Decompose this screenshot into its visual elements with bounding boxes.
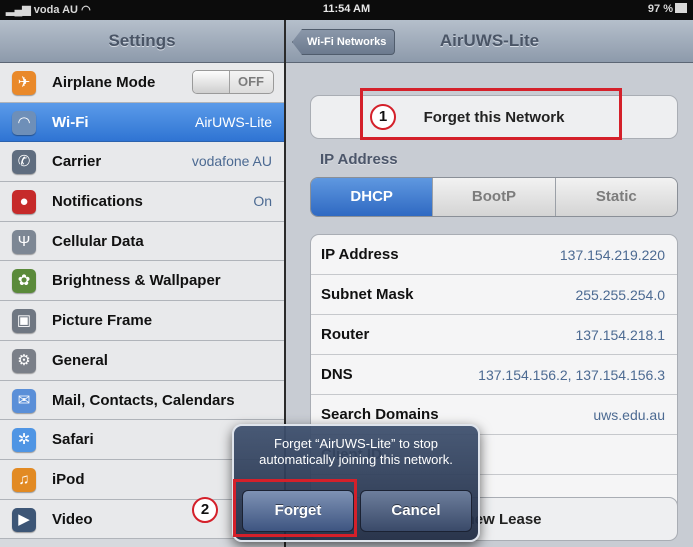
sidebar-item-label: Cellular Data	[52, 232, 144, 250]
segment-static[interactable]: Static	[554, 178, 677, 216]
battery-indicator: 97 %	[648, 3, 687, 15]
sidebar-item-brightness-wallpaper[interactable]: ✿ Brightness & Wallpaper	[0, 261, 284, 302]
segment-dhcp[interactable]: DHCP	[311, 178, 433, 216]
wifi-icon: ◠	[12, 110, 36, 135]
sunflower-icon: ✿	[12, 269, 36, 294]
sidebar-item-value: On	[253, 193, 272, 210]
gear-icon: ⚙	[12, 348, 36, 373]
sidebar-item-label: Notifications	[52, 193, 143, 211]
ip-row-value: 137.154.219.220	[559, 247, 665, 263]
sidebar-item-label: Brightness & Wallpaper	[52, 272, 221, 290]
ip-row-label: Subnet Mask	[321, 286, 414, 303]
sidebar-item-label: General	[52, 351, 108, 369]
sidebar-item-label: Wi-Fi	[52, 113, 89, 131]
ip-row-ip-address[interactable]: IP Address 137.154.219.220	[311, 235, 677, 275]
callout-box-1	[360, 88, 622, 140]
sidebar-item-label: Safari	[52, 431, 94, 449]
picture-frame-icon: ▣	[12, 309, 36, 334]
detail-nav-bar: Wi-Fi Networks AirUWS-Lite	[286, 20, 693, 63]
sidebar-item-value: AirUWS-Lite	[194, 113, 272, 130]
sidebar-item-wi-fi[interactable]: ◠ Wi-Fi AirUWS-Lite	[0, 102, 284, 143]
sidebar-item-label: iPod	[52, 470, 85, 488]
compass-icon: ✲	[12, 428, 36, 453]
toggle-state-label: OFF	[238, 74, 264, 89]
sidebar-item-label: Mail, Contacts, Calendars	[52, 391, 235, 409]
ip-mode-segmented-control: DHCP BootP Static	[310, 177, 678, 217]
airplane-icon: ✈	[12, 71, 36, 95]
sidebar-item-label: Airplane Mode	[52, 74, 156, 91]
mail-icon: ✉	[12, 388, 36, 413]
sidebar-item-label: Carrier	[52, 153, 102, 171]
sidebar-item-value: vodafone AU	[191, 153, 272, 170]
ipod-icon: ♫	[12, 467, 36, 492]
status-bar: ▂▄▆ voda AU ◠ 11:54 AM 97 %	[0, 0, 693, 20]
sidebar-item-airplane-mode[interactable]: ✈ Airplane Mode OFF	[0, 63, 284, 103]
sidebar-item-picture-frame[interactable]: ▣ Picture Frame	[0, 301, 284, 341]
callout-number-1: 1	[370, 104, 396, 130]
video-icon: ▶	[12, 507, 36, 532]
ip-row-router[interactable]: Router 137.154.218.1	[311, 315, 677, 355]
alert-message: Forget “AirUWS-Lite” to stop automatical…	[259, 436, 453, 467]
antenna-icon: Ψ	[12, 229, 36, 254]
detail-title: AirUWS-Lite	[439, 31, 540, 50]
notifications-icon: ●	[12, 190, 36, 215]
ip-row-subnet-mask[interactable]: Subnet Mask 255.255.254.0	[311, 275, 677, 315]
battery-percent: 97 %	[647, 3, 673, 15]
ip-row-value: 137.154.218.1	[575, 327, 665, 343]
clock: 11:54 AM	[322, 3, 371, 15]
ip-row-value: 137.154.156.2, 137.154.156.3	[478, 367, 665, 383]
callout-box-2	[233, 479, 357, 537]
ip-row-label: Router	[321, 326, 370, 343]
ip-row-label: DNS	[321, 366, 353, 383]
ip-row-value: 255.255.254.0	[575, 287, 665, 303]
airplane-mode-toggle[interactable]: OFF	[192, 70, 274, 94]
ip-row-dns[interactable]: DNS 137.154.156.2, 137.154.156.3	[311, 355, 677, 395]
callout-number-2: 2	[192, 497, 218, 523]
sidebar-item-label: Picture Frame	[52, 312, 153, 330]
sidebar-item-general[interactable]: ⚙ General	[0, 340, 284, 381]
ip-row-value: uws.edu.au	[593, 407, 665, 423]
sidebar-item-notifications[interactable]: ● Notifications On	[0, 182, 284, 222]
ip-section-title: IP Address	[320, 151, 398, 168]
alert-cancel-button[interactable]: Cancel	[360, 490, 472, 532]
sidebar-item-mail-contacts-calendars[interactable]: ✉ Mail, Contacts, Calendars	[0, 380, 284, 421]
sidebar-item-label: Video	[52, 510, 93, 528]
battery-icon	[675, 3, 687, 13]
toggle-knob	[193, 71, 230, 93]
sidebar-title: Settings	[0, 20, 284, 63]
sidebar-item-cellular-data[interactable]: Ψ Cellular Data	[0, 221, 284, 262]
sidebar-item-carrier[interactable]: ✆ Carrier vodafone AU	[0, 142, 284, 183]
ip-row-label: IP Address	[321, 246, 399, 263]
phone-icon: ✆	[12, 150, 36, 175]
segment-bootp[interactable]: BootP	[432, 178, 555, 216]
